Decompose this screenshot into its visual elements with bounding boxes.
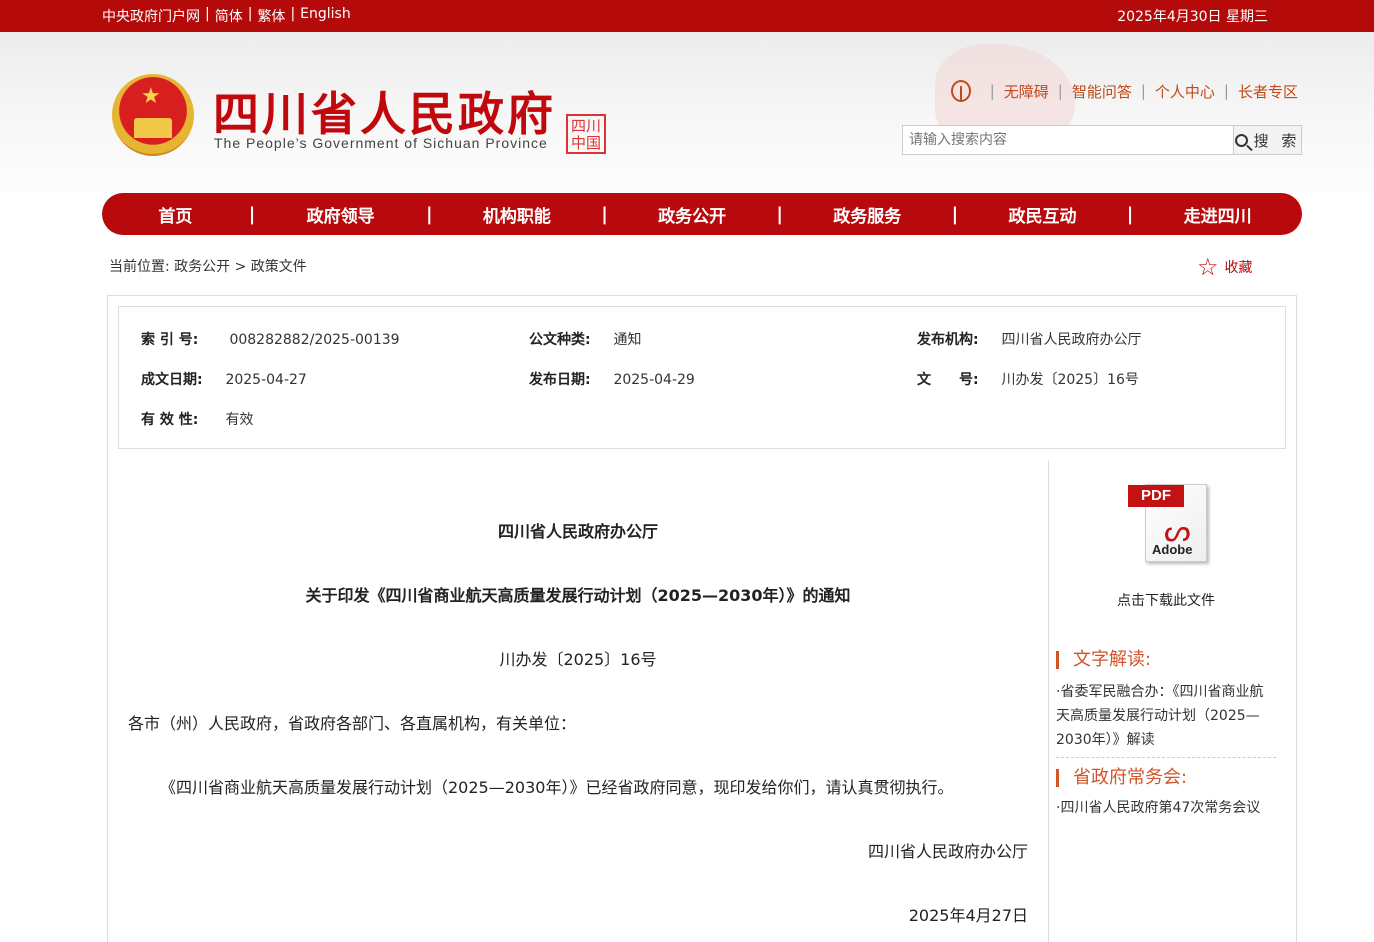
article-signature: 四川省人民政府办公厅 xyxy=(867,842,1028,861)
smart-qa-link[interactable]: 智能问答 xyxy=(1072,81,1132,102)
nav-separator: | xyxy=(951,203,959,225)
personal-center-link[interactable]: 个人中心 xyxy=(1155,81,1215,102)
nav-item-functions[interactable]: 机构职能 xyxy=(433,202,602,227)
nav-item-interaction[interactable]: 政民互动 xyxy=(958,202,1127,227)
meta-label: 成文日期: xyxy=(141,372,203,388)
meta-type: 公文种类: 通知 xyxy=(529,329,641,349)
breadcrumb-path[interactable]: 政务公开 > 政策文件 xyxy=(174,259,307,275)
link-traditional[interactable]: 繁体 xyxy=(257,6,285,26)
favorite-button[interactable]: ☆ 收藏 xyxy=(1197,255,1253,279)
site-subtitle: The People’s Government of Sichuan Provi… xyxy=(214,135,548,151)
meeting-link[interactable]: ·四川省人民政府第47次常务会议 xyxy=(1056,796,1276,820)
link-central-gov[interactable]: 中央政府门户网 xyxy=(102,6,200,26)
meta-label: 有 效 性: xyxy=(141,412,199,428)
meta-value: 008282882/2025-00139 xyxy=(229,332,400,348)
link-english[interactable]: English xyxy=(300,6,351,26)
nav-separator: | xyxy=(601,203,608,225)
nav-separator: | xyxy=(425,203,433,225)
meta-label: 索 引 号: xyxy=(141,332,199,348)
article-date: 2025年4月27日 xyxy=(908,906,1028,925)
location-pin-icon[interactable] xyxy=(950,80,971,102)
document-meta: 索 引 号: 008282882/2025-00139 公文种类: 通知 发布机… xyxy=(118,306,1286,449)
star-outline-icon: ☆ xyxy=(1197,253,1219,281)
nav-item-services[interactable]: 政务服务 xyxy=(783,202,952,227)
util-separator: | xyxy=(989,82,995,100)
meta-value: 2025-04-27 xyxy=(225,372,307,388)
meta-index: 索 引 号: 008282882/2025-00139 xyxy=(141,329,400,349)
top-bar: 中央政府门户网 | 简体 | 繁体 | English 2025年4月30日 星… xyxy=(0,0,1374,32)
top-separator: | xyxy=(205,6,210,22)
seal-text: 四川中国 xyxy=(570,117,601,152)
util-separator: | xyxy=(1057,82,1063,100)
article-title: 关于印发《四川省商业航天高质量发展行动计划（2025—2030年）》的通知 xyxy=(305,586,851,605)
pdf-tag: PDF xyxy=(1128,485,1184,507)
download-link[interactable]: 点击下载此文件 xyxy=(1117,590,1215,610)
main-nav: 首页 | 政府领导 | 机构职能 | 政务公开 | 政务服务 | 政民互动 | … xyxy=(102,193,1302,235)
national-emblem-icon[interactable]: ★ xyxy=(112,74,194,156)
china-seal-icon: 四川中国 xyxy=(566,114,606,154)
emblem-gate-icon xyxy=(134,118,172,138)
article-salutation: 各市（州）人民政府，省政府各部门、各直属机构，有关单位： xyxy=(128,714,577,733)
nav-separator: | xyxy=(248,203,256,225)
meta-published: 发布日期: 2025-04-29 xyxy=(529,369,695,389)
nav-item-leaders[interactable]: 政府领导 xyxy=(255,202,426,227)
util-separator: | xyxy=(1140,82,1146,100)
meta-value: 四川省人民政府办公厅 xyxy=(1001,332,1142,348)
nav-item-home[interactable]: 首页 xyxy=(102,202,249,227)
meta-label: 公文种类: xyxy=(529,332,591,348)
accessibility-link[interactable]: 无障碍 xyxy=(1004,81,1049,102)
search-bar: 搜 索 xyxy=(902,125,1302,155)
meta-doc-number: 文 号: 川办发〔2025〕16号 xyxy=(917,369,1139,389)
site-header: ★ 四川省人民政府 The People’s Government of Sic… xyxy=(0,32,1374,192)
search-icon xyxy=(1234,133,1248,147)
dotted-divider xyxy=(1056,757,1276,758)
meta-value: 通知 xyxy=(613,332,642,348)
breadcrumb-prefix: 当前位置: xyxy=(109,259,170,275)
current-date: 2025年4月30日 星期三 xyxy=(1117,9,1268,25)
article-body: 四川省人民政府办公厅 关于印发《四川省商业航天高质量发展行动计划（2025—20… xyxy=(118,460,1038,942)
search-button-label: 搜 索 xyxy=(1253,131,1301,150)
interpretation-heading: 文字解读: xyxy=(1056,651,1151,669)
meeting-heading: 省政府常务会: xyxy=(1056,769,1187,787)
nav-item-gov-affairs[interactable]: 政务公开 xyxy=(608,202,777,227)
favorite-label: 收藏 xyxy=(1224,260,1253,276)
meta-label: 发布机构: xyxy=(917,332,979,348)
search-button[interactable]: 搜 索 xyxy=(1233,126,1301,154)
meta-value: 川办发〔2025〕16号 xyxy=(1001,372,1139,388)
article-issuer: 四川省人民政府办公厅 xyxy=(497,522,658,541)
emblem-star-icon: ★ xyxy=(141,84,161,109)
search-input[interactable] xyxy=(903,126,1233,154)
meta-value: 有效 xyxy=(225,412,254,428)
adobe-label: Adobe xyxy=(1152,542,1193,557)
top-separator: | xyxy=(290,6,296,22)
top-links: 中央政府门户网 | 简体 | 繁体 | English xyxy=(102,6,351,26)
nav-separator: | xyxy=(1126,203,1134,225)
link-simplified[interactable]: 简体 xyxy=(215,6,243,26)
meta-created: 成文日期: 2025-04-27 xyxy=(141,369,307,389)
meta-validity: 有 效 性: 有效 xyxy=(141,409,253,429)
utility-links: | 无障碍 | 智能问答 | 个人中心 | 长者专区 xyxy=(950,80,1298,102)
meta-label: 发布日期: xyxy=(529,372,591,388)
breadcrumb: 当前位置: 政务公开 > 政策文件 xyxy=(109,256,307,276)
meta-issuer: 发布机构: 四川省人民政府办公厅 xyxy=(917,329,1141,349)
util-separator: | xyxy=(1223,82,1229,100)
nav-item-about-sichuan[interactable]: 走进四川 xyxy=(1133,202,1302,227)
article-paragraph: 《四川省商业航天高质量发展行动计划（2025—2030年）》已经省政府同意，现印… xyxy=(160,778,954,797)
interpretation-link[interactable]: ·省委军民融合办：《四川省商业航天高质量发展行动计划（2025—2030年）》解… xyxy=(1056,680,1276,752)
meta-label: 文 号: xyxy=(917,372,979,388)
column-divider xyxy=(1048,460,1049,942)
top-separator: | xyxy=(247,6,253,22)
meta-value: 2025-04-29 xyxy=(613,372,695,388)
article-doc-number: 川办发〔2025〕16号 xyxy=(499,650,657,669)
nav-separator: | xyxy=(776,203,783,225)
pdf-download-icon[interactable]: PDF ᔕ Adobe xyxy=(1128,482,1208,564)
elderly-zone-link[interactable]: 长者专区 xyxy=(1238,81,1298,102)
